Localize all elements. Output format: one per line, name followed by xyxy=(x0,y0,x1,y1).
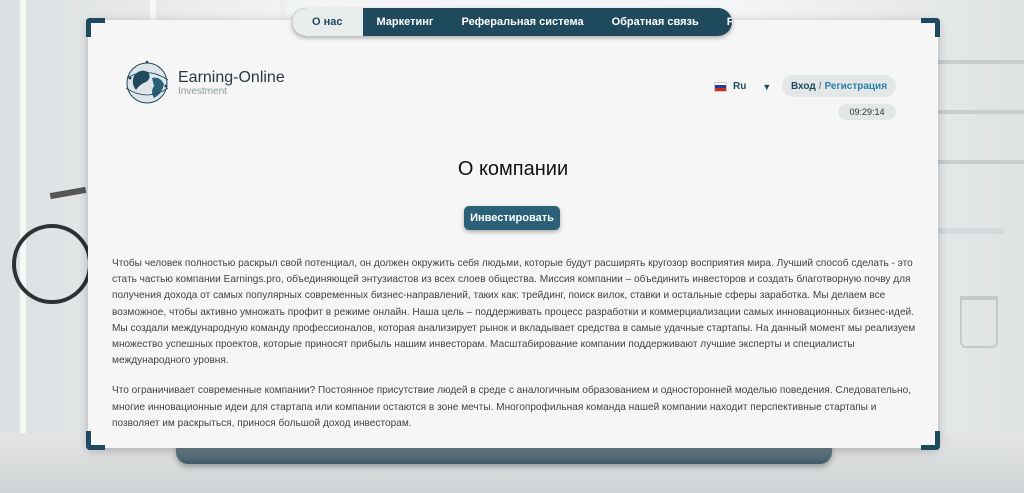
page-title: О компании xyxy=(457,158,569,180)
register-link[interactable]: Регистрация xyxy=(824,81,887,92)
about-text: Чтобы человек полностью раскрыл свой пот… xyxy=(112,256,922,446)
corner-decoration xyxy=(921,431,940,450)
login-link[interactable]: Вход xyxy=(791,81,816,92)
invest-button[interactable]: Инвестировать xyxy=(464,206,560,230)
main-card: Earning-Online Investment Ru ▼ Вход / Ре… xyxy=(86,18,940,450)
chevron-down-icon[interactable]: ▼ xyxy=(762,82,771,92)
nav-item-feedback[interactable]: Обратная связь xyxy=(598,8,713,36)
corner-decoration xyxy=(921,18,940,37)
language-selector[interactable]: Ru ▼ xyxy=(714,81,771,92)
clock: 09:29:14 xyxy=(838,104,896,120)
about-paragraph: Что ограничивает современные компании? П… xyxy=(112,385,912,429)
nav-item-marketing[interactable]: Маркетинг xyxy=(363,8,448,36)
logo[interactable]: Earning-Online Investment xyxy=(122,58,285,108)
corner-decoration xyxy=(86,18,105,37)
nav-item-referral[interactable]: Реферальная система xyxy=(448,8,598,36)
about-paragraph: Чтобы человек полностью раскрыл свой пот… xyxy=(112,258,916,367)
globe-icon xyxy=(125,60,169,104)
russia-flag-icon xyxy=(714,81,727,92)
language-label: Ru xyxy=(733,81,747,92)
main-nav: О нас Маркетинг Реферальная система Обра… xyxy=(292,8,732,36)
corner-decoration xyxy=(86,431,105,450)
nav-item-about[interactable]: О нас xyxy=(292,8,363,36)
auth-pill: Вход / Регистрация xyxy=(782,75,896,97)
logo-name: Earning-Online xyxy=(178,68,285,86)
logo-subtitle: Investment xyxy=(178,85,227,97)
auth-separator: / xyxy=(818,80,822,92)
